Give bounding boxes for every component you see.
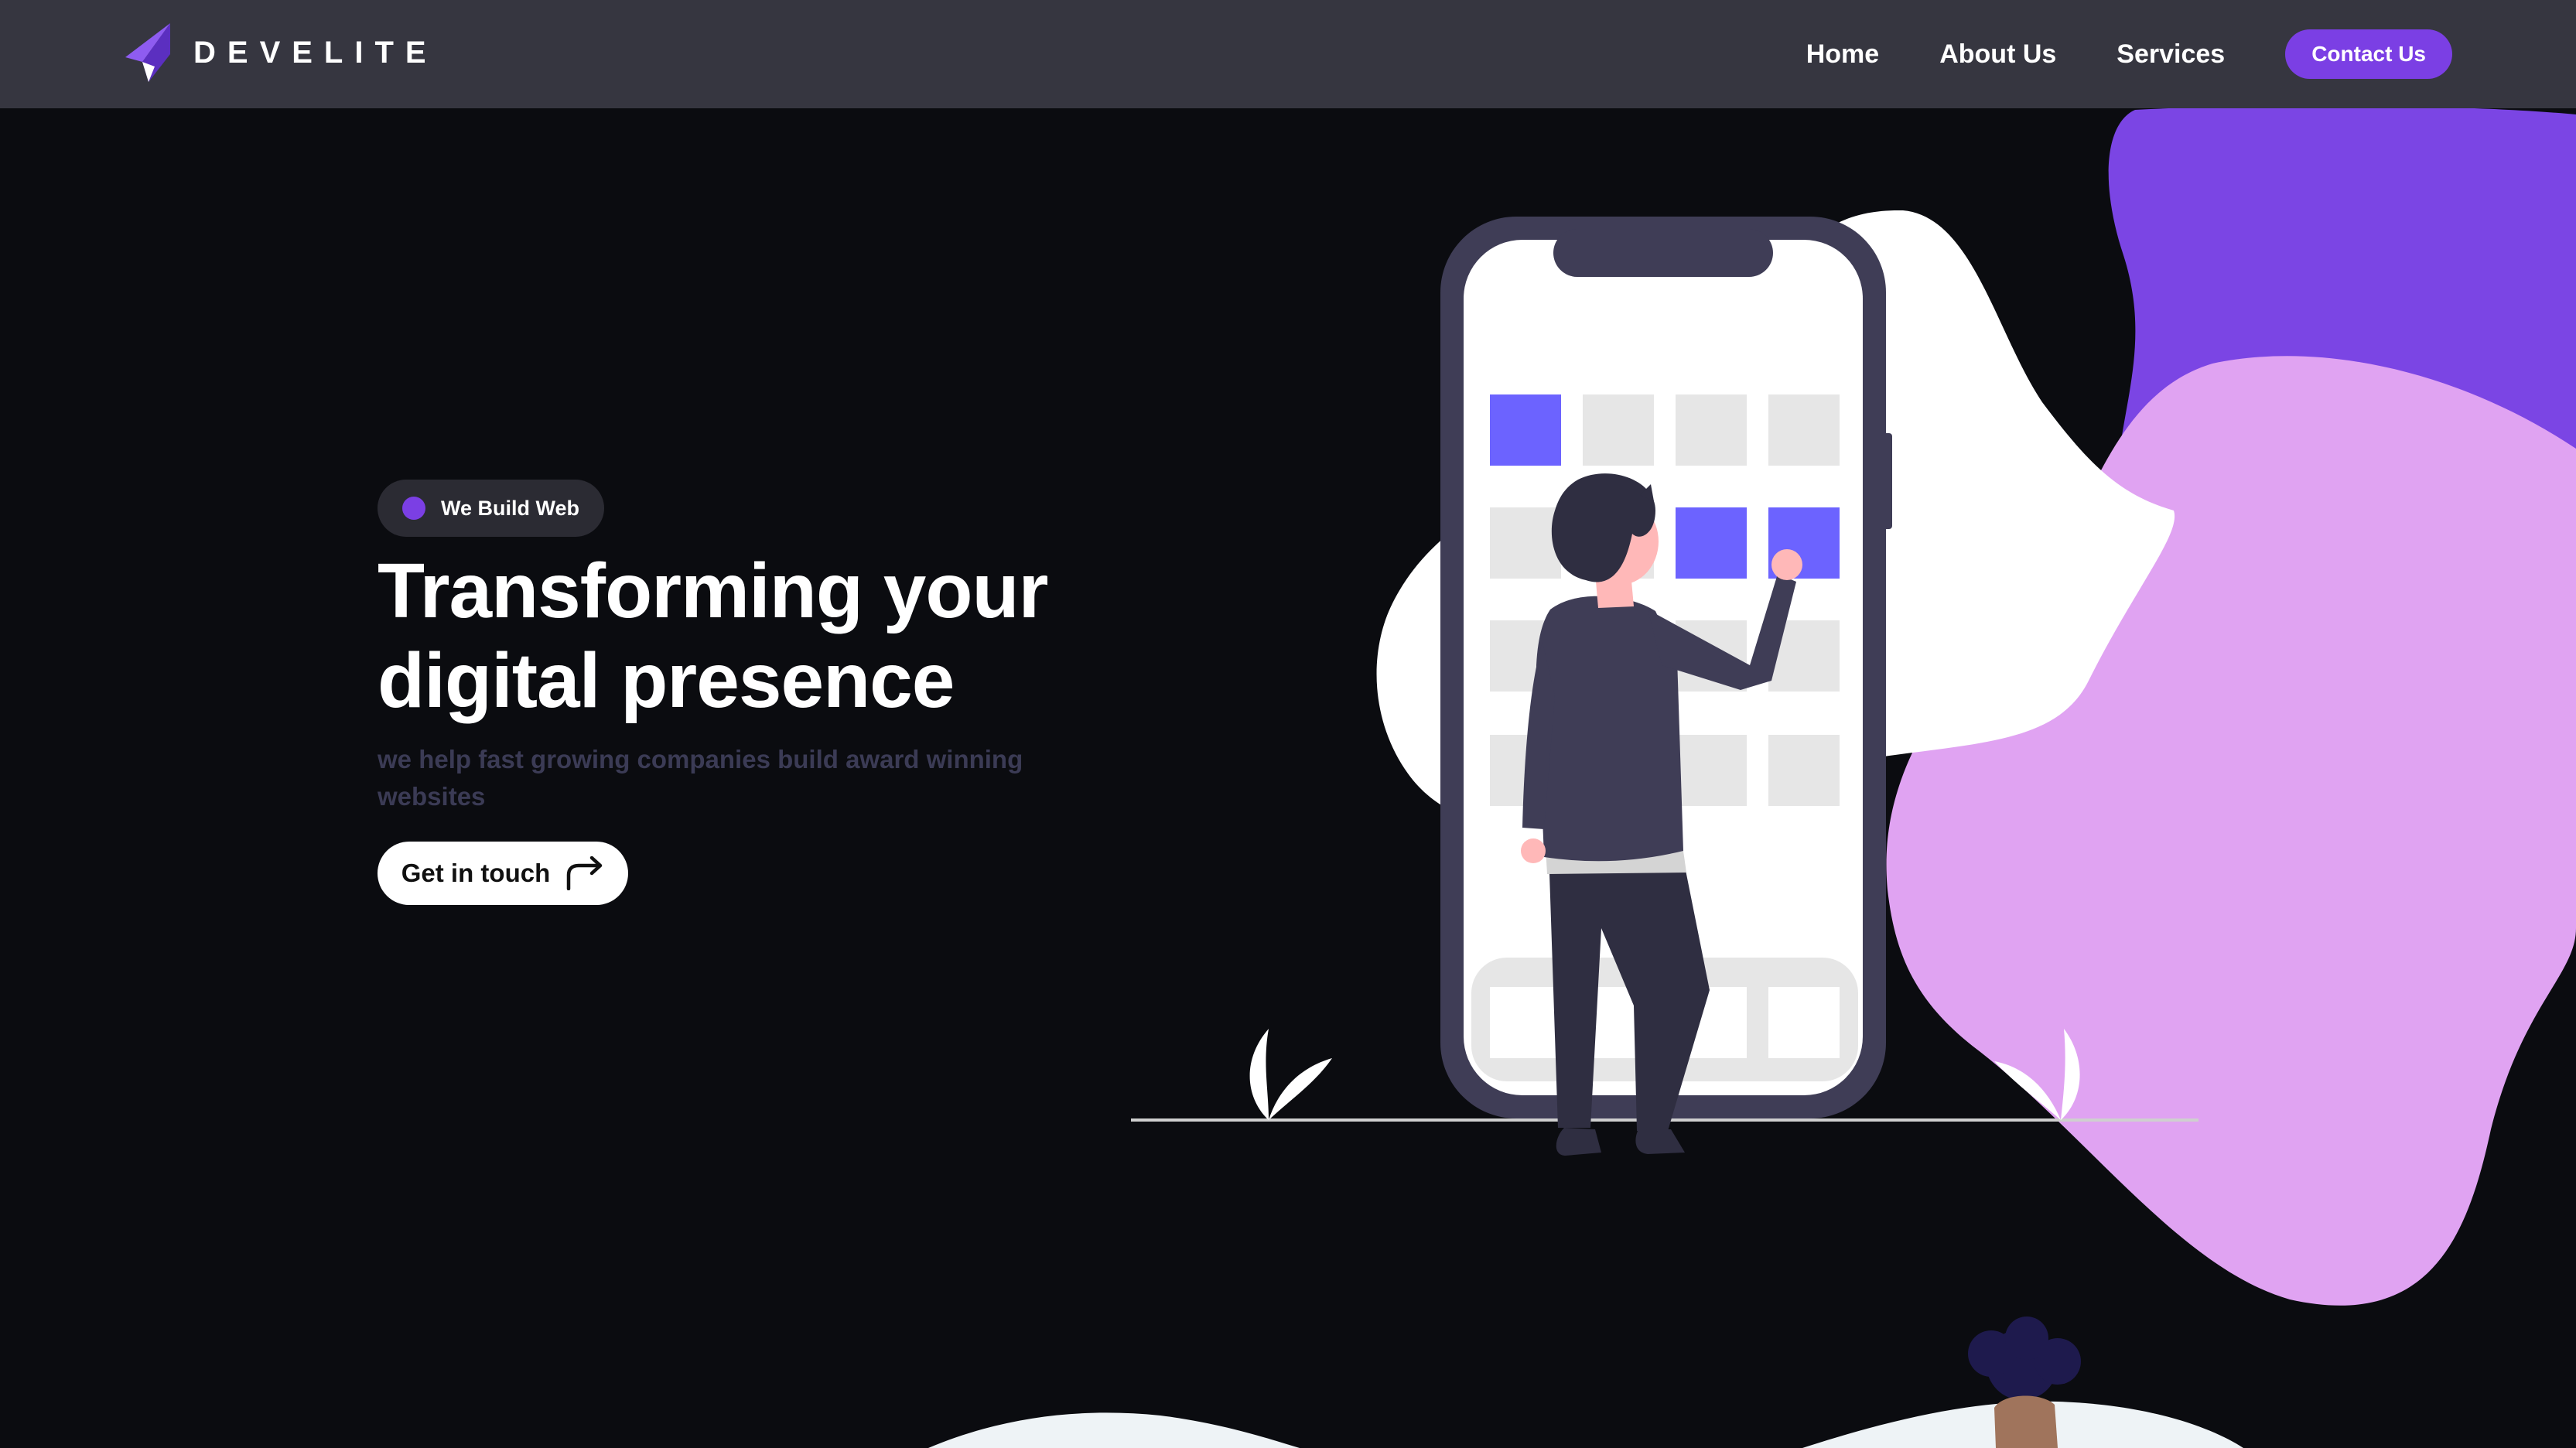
hero-title-line-1: Transforming your (378, 548, 1048, 634)
wave-left (928, 1412, 1300, 1448)
arrow-turn-right-icon (567, 856, 603, 890)
main-nav: Home About Us Services Contact Us (1806, 0, 2452, 108)
contact-us-button[interactable]: Contact Us (2285, 29, 2452, 79)
page: DEVELITE Home About Us Services Contact … (0, 0, 2576, 1448)
badge-label: We Build Web (441, 496, 580, 520)
hero-title: Transforming your digital presence (378, 546, 1151, 726)
cta-label: Get in touch (401, 859, 551, 887)
hero-title-line-2: digital presence (378, 637, 955, 724)
leaf-left-2 (1269, 1058, 1332, 1120)
hero-badge: We Build Web (378, 480, 605, 537)
paper-plane-icon (125, 23, 170, 82)
badge-dot-icon (402, 497, 425, 520)
app-tile (1768, 394, 1840, 466)
hero-subtitle: we help fast growing companies build awa… (378, 745, 1023, 811)
phone-notch (1553, 229, 1773, 277)
nav-home[interactable]: Home (1806, 39, 1879, 70)
next-section-preview (928, 1317, 2243, 1448)
app-tile (1676, 507, 1747, 579)
app-tile (1676, 394, 1747, 466)
app-tile (1676, 735, 1747, 806)
nav-services[interactable]: Services (2116, 39, 2225, 70)
app-tile (1583, 394, 1654, 466)
get-in-touch-button[interactable]: Get in touch (378, 842, 628, 905)
brand-name: DEVELITE (193, 35, 438, 70)
app-tile (1768, 735, 1840, 806)
phone-side-button (1881, 433, 1892, 529)
app-tile (1490, 507, 1561, 579)
dock-tile (1768, 987, 1840, 1058)
leaf-left (1249, 1029, 1269, 1120)
brand-logo[interactable]: DEVELITE (125, 23, 438, 82)
dock-tile (1490, 987, 1561, 1058)
nav-about-us[interactable]: About Us (1939, 39, 2056, 70)
navbar: DEVELITE Home About Us Services Contact … (0, 0, 2576, 108)
app-tile (1490, 394, 1561, 466)
